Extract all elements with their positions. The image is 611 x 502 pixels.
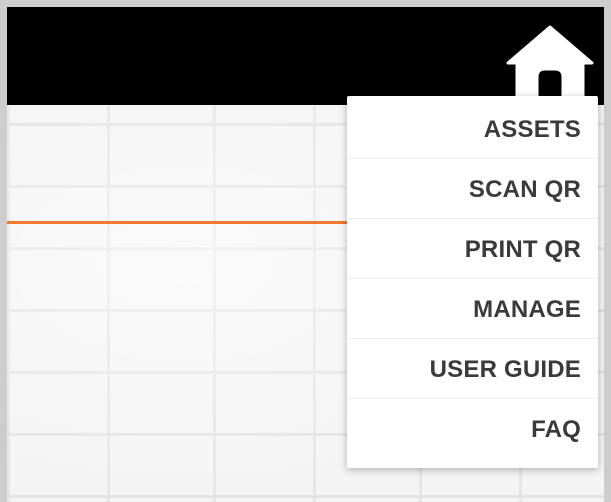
frame-border-top: [0, 0, 611, 7]
app-page: ASSETS SCAN QR PRINT QR MANAGE USER GUID…: [0, 0, 611, 502]
frame-border-right: [604, 0, 611, 502]
menu-item-assets[interactable]: ASSETS: [347, 99, 598, 159]
menu-item-manage[interactable]: MANAGE: [347, 279, 598, 339]
menu-item-faq[interactable]: FAQ: [347, 399, 598, 459]
header-bar: [7, 7, 604, 105]
dropdown-menu: ASSETS SCAN QR PRINT QR MANAGE USER GUID…: [347, 96, 598, 468]
menu-item-scan-qr[interactable]: SCAN QR: [347, 159, 598, 219]
frame-border-left: [0, 0, 7, 502]
home-button[interactable]: [504, 23, 596, 103]
orange-divider-line: [7, 221, 352, 224]
menu-item-print-qr[interactable]: PRINT QR: [347, 219, 598, 279]
menu-item-user-guide[interactable]: USER GUIDE: [347, 339, 598, 399]
home-icon: [506, 25, 594, 103]
